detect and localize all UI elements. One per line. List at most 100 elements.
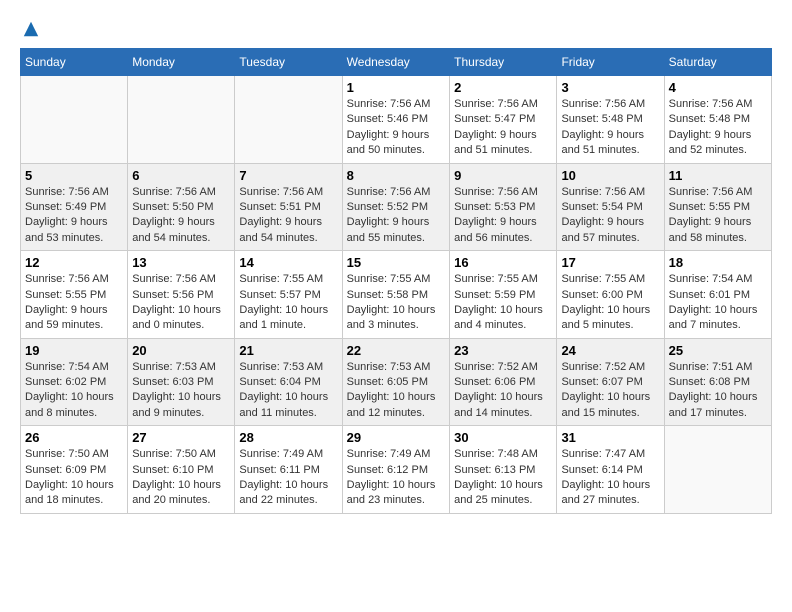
calendar-cell: 6Sunrise: 7:56 AMSunset: 5:50 PMDaylight… [128,163,235,251]
day-number: 23 [454,343,552,358]
calendar-table: SundayMondayTuesdayWednesdayThursdayFrid… [20,48,772,514]
calendar-cell: 8 Sunrise: 7:56 AMSunset: 5:52 PMDaylight… [342,163,449,251]
day-number: 3 [561,80,659,95]
calendar-cell: 5Sunrise: 7:56 AMSunset: 5:49 PMDaylight… [21,163,128,251]
day-info: Sunrise: 7:55 AMSunset: 6:00 PMDaylight:… [561,272,659,334]
weekday-header-friday: Friday [557,49,664,76]
calendar-cell: 19 Sunrise: 7:54 AMSunset: 6:02 PMDayligh… [21,338,128,426]
calendar-week-2: 5Sunrise: 7:56 AMSunset: 5:49 PMDaylight… [21,163,772,251]
calendar-week-5: 26 Sunrise: 7:50 AMSunset: 6:09 PMDayligh… [21,426,772,514]
day-number: 13 [132,255,230,270]
calendar-cell: 18 Sunrise: 7:54 AMSunset: 6:01 PMDayligh… [664,251,771,339]
calendar-cell: 30Sunrise: 7:48 AMSunset: 6:13 PMDayligh… [450,426,557,514]
day-number: 20 [132,343,230,358]
calendar-week-3: 12 Sunrise: 7:56 AMSunset: 5:55 PMDayligh… [21,251,772,339]
day-number: 22 [347,343,445,358]
day-number: 4 [669,80,767,95]
calendar-cell: 22 Sunrise: 7:53 AMSunset: 6:05 PMDayligh… [342,338,449,426]
calendar-cell: 1 Sunrise: 7:56 AMSunset: 5:46 PMDaylight… [342,76,449,164]
day-info: Sunrise: 7:56 AMSunset: 5:52 PMDaylight:… [347,185,445,247]
day-info: Sunrise: 7:48 AMSunset: 6:13 PMDaylight:… [454,447,552,509]
day-number: 17 [561,255,659,270]
day-info: Sunrise: 7:53 AMSunset: 6:04 PMDaylight:… [239,360,337,422]
logo-icon [22,20,40,38]
calendar-cell: 21Sunrise: 7:53 AMSunset: 6:04 PMDayligh… [235,338,342,426]
day-info: Sunrise: 7:55 AMSunset: 5:59 PMDaylight:… [454,272,552,334]
calendar-cell: 2 Sunrise: 7:56 AMSunset: 5:47 PMDaylight… [450,76,557,164]
day-number: 29 [347,430,445,445]
day-info: Sunrise: 7:47 AMSunset: 6:14 PMDaylight:… [561,447,659,509]
calendar-cell: 17 Sunrise: 7:55 AMSunset: 6:00 PMDayligh… [557,251,664,339]
calendar-cell: 29 Sunrise: 7:49 AMSunset: 6:12 PMDayligh… [342,426,449,514]
day-number: 19 [25,343,123,358]
calendar-cell: 14 Sunrise: 7:55 AMSunset: 5:57 PMDayligh… [235,251,342,339]
day-number: 27 [132,430,230,445]
day-info: Sunrise: 7:56 AMSunset: 5:49 PMDaylight:… [25,185,123,247]
calendar-cell: 16 Sunrise: 7:55 AMSunset: 5:59 PMDayligh… [450,251,557,339]
day-number: 25 [669,343,767,358]
calendar-cell: 23Sunrise: 7:52 AMSunset: 6:06 PMDayligh… [450,338,557,426]
day-info: Sunrise: 7:55 AMSunset: 5:57 PMDaylight:… [239,272,337,334]
day-info: Sunrise: 7:55 AMSunset: 5:58 PMDaylight:… [347,272,445,334]
calendar-cell: 25 Sunrise: 7:51 AMSunset: 6:08 PMDayligh… [664,338,771,426]
day-number: 18 [669,255,767,270]
day-info: Sunrise: 7:56 AMSunset: 5:47 PMDaylight:… [454,97,552,159]
day-number: 11 [669,168,767,183]
day-info: Sunrise: 7:50 AMSunset: 6:09 PMDaylight:… [25,447,123,509]
calendar-cell: 3 Sunrise: 7:56 AMSunset: 5:48 PMDaylight… [557,76,664,164]
day-number: 16 [454,255,552,270]
calendar-cell [128,76,235,164]
weekday-header-sunday: Sunday [21,49,128,76]
calendar-cell: 7 Sunrise: 7:56 AMSunset: 5:51 PMDaylight… [235,163,342,251]
day-info: Sunrise: 7:53 AMSunset: 6:03 PMDaylight:… [132,360,230,422]
day-number: 2 [454,80,552,95]
day-number: 28 [239,430,337,445]
day-number: 8 [347,168,445,183]
day-info: Sunrise: 7:52 AMSunset: 6:07 PMDaylight:… [561,360,659,422]
calendar-cell: 11 Sunrise: 7:56 AMSunset: 5:55 PMDayligh… [664,163,771,251]
weekday-header-thursday: Thursday [450,49,557,76]
day-number: 31 [561,430,659,445]
calendar-cell: 20 Sunrise: 7:53 AMSunset: 6:03 PMDayligh… [128,338,235,426]
day-info: Sunrise: 7:49 AMSunset: 6:11 PMDaylight:… [239,447,337,509]
weekday-header-tuesday: Tuesday [235,49,342,76]
day-info: Sunrise: 7:56 AMSunset: 5:55 PMDaylight:… [669,185,767,247]
day-info: Sunrise: 7:53 AMSunset: 6:05 PMDaylight:… [347,360,445,422]
calendar-cell: 24 Sunrise: 7:52 AMSunset: 6:07 PMDayligh… [557,338,664,426]
day-number: 7 [239,168,337,183]
day-number: 10 [561,168,659,183]
calendar-cell [664,426,771,514]
day-info: Sunrise: 7:54 AMSunset: 6:01 PMDaylight:… [669,272,767,334]
calendar-cell: 9Sunrise: 7:56 AMSunset: 5:53 PMDaylight… [450,163,557,251]
calendar-week-4: 19 Sunrise: 7:54 AMSunset: 6:02 PMDayligh… [21,338,772,426]
day-number: 24 [561,343,659,358]
calendar-cell: 12 Sunrise: 7:56 AMSunset: 5:55 PMDayligh… [21,251,128,339]
day-info: Sunrise: 7:56 AMSunset: 5:50 PMDaylight:… [132,185,230,247]
calendar-cell [21,76,128,164]
day-info: Sunrise: 7:56 AMSunset: 5:48 PMDaylight:… [561,97,659,159]
page-header [20,20,772,38]
calendar-header-row: SundayMondayTuesdayWednesdayThursdayFrid… [21,49,772,76]
day-info: Sunrise: 7:50 AMSunset: 6:10 PMDaylight:… [132,447,230,509]
weekday-header-monday: Monday [128,49,235,76]
calendar-cell: 26 Sunrise: 7:50 AMSunset: 6:09 PMDayligh… [21,426,128,514]
calendar-cell: 13Sunrise: 7:56 AMSunset: 5:56 PMDayligh… [128,251,235,339]
weekday-header-saturday: Saturday [664,49,771,76]
day-number: 14 [239,255,337,270]
calendar-cell: 27 Sunrise: 7:50 AMSunset: 6:10 PMDayligh… [128,426,235,514]
calendar-cell: 10Sunrise: 7:56 AMSunset: 5:54 PMDayligh… [557,163,664,251]
day-number: 15 [347,255,445,270]
calendar-cell: 31 Sunrise: 7:47 AMSunset: 6:14 PMDayligh… [557,426,664,514]
calendar-cell: 15 Sunrise: 7:55 AMSunset: 5:58 PMDayligh… [342,251,449,339]
day-number: 1 [347,80,445,95]
day-info: Sunrise: 7:56 AMSunset: 5:53 PMDaylight:… [454,185,552,247]
day-info: Sunrise: 7:56 AMSunset: 5:55 PMDaylight:… [25,272,123,334]
calendar-cell: 28 Sunrise: 7:49 AMSunset: 6:11 PMDayligh… [235,426,342,514]
day-number: 26 [25,430,123,445]
day-info: Sunrise: 7:51 AMSunset: 6:08 PMDaylight:… [669,360,767,422]
day-info: Sunrise: 7:56 AMSunset: 5:51 PMDaylight:… [239,185,337,247]
day-info: Sunrise: 7:54 AMSunset: 6:02 PMDaylight:… [25,360,123,422]
day-info: Sunrise: 7:56 AMSunset: 5:46 PMDaylight:… [347,97,445,159]
day-info: Sunrise: 7:49 AMSunset: 6:12 PMDaylight:… [347,447,445,509]
day-number: 12 [25,255,123,270]
